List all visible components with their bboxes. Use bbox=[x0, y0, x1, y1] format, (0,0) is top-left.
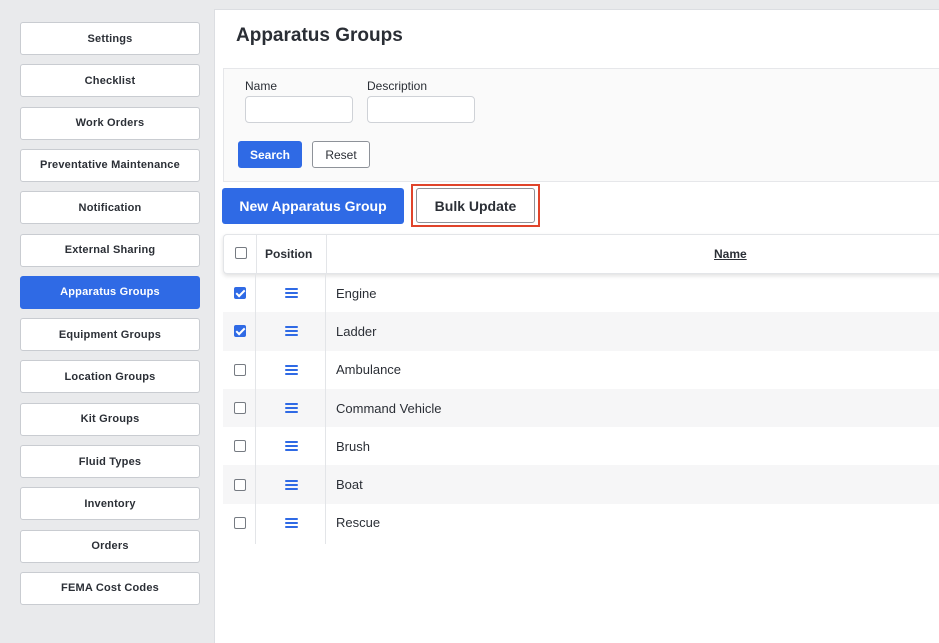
sidebar-item-location-groups[interactable]: Location Groups bbox=[20, 360, 200, 394]
row-checkbox[interactable] bbox=[234, 363, 246, 376]
table-row[interactable]: Boat bbox=[223, 465, 939, 504]
row-name: Ambulance bbox=[336, 362, 402, 378]
sidebar-item-fema-cost-codes[interactable]: FEMA Cost Codes bbox=[20, 571, 200, 605]
sidebar-item-equipment-groups[interactable]: Equipment Groups bbox=[20, 318, 200, 352]
sidebar-item-inventory[interactable]: Inventory bbox=[20, 487, 200, 521]
column-divider bbox=[325, 274, 326, 544]
row-checkbox[interactable] bbox=[234, 287, 246, 300]
sidebar-item-fluid-types[interactable]: Fluid Types bbox=[20, 445, 200, 478]
table-row[interactable]: Rescue bbox=[223, 504, 939, 542]
search-button[interactable]: Search bbox=[238, 141, 302, 168]
apparatus-groups-table: Position Name Engine Ladder Ambulance Comma… bbox=[223, 234, 939, 544]
row-name: Command Vehicle bbox=[336, 400, 442, 416]
row-name: Rescue bbox=[336, 515, 381, 531]
table-row[interactable]: Brush bbox=[223, 427, 939, 465]
drag-handle-icon[interactable] bbox=[285, 326, 298, 337]
drag-handle-icon[interactable] bbox=[285, 403, 298, 414]
name-filter-input[interactable] bbox=[245, 96, 353, 123]
table-row[interactable]: Ladder bbox=[223, 312, 939, 351]
sidebar-item-external-sharing[interactable]: External Sharing bbox=[20, 233, 200, 267]
name-filter-label: Name bbox=[245, 79, 278, 93]
page-title: Apparatus Groups bbox=[236, 25, 403, 46]
sidebar-item-checklist[interactable]: Checklist bbox=[20, 64, 200, 98]
sidebar-item-notification[interactable]: Notification bbox=[20, 191, 200, 225]
row-checkbox[interactable] bbox=[234, 325, 246, 338]
table-body: Engine Ladder Ambulance Command Vehicle Brus… bbox=[223, 274, 939, 544]
filter-panel: Name Description Search Reset bbox=[223, 68, 939, 182]
new-apparatus-group-button[interactable]: New Apparatus Group bbox=[222, 188, 404, 224]
column-divider bbox=[326, 235, 327, 273]
sidebar-item-work-orders[interactable]: Work Orders bbox=[20, 106, 200, 140]
name-column-header[interactable]: Name bbox=[714, 235, 747, 273]
sidebar-item-preventative-maintenance[interactable]: Preventative Maintenance bbox=[20, 148, 200, 182]
description-filter-input[interactable] bbox=[367, 96, 475, 123]
drag-handle-icon[interactable] bbox=[285, 441, 298, 452]
row-checkbox[interactable] bbox=[234, 402, 246, 415]
row-name: Ladder bbox=[336, 323, 377, 339]
sidebar: Settings Checklist Work Orders Preventative… bbox=[0, 0, 214, 643]
select-all-checkbox[interactable] bbox=[235, 247, 247, 259]
drag-handle-icon[interactable] bbox=[285, 517, 298, 528]
row-name: Engine bbox=[336, 285, 377, 301]
row-checkbox[interactable] bbox=[234, 516, 246, 529]
row-name: Brush bbox=[336, 438, 370, 454]
sidebar-item-orders[interactable]: Orders bbox=[20, 529, 200, 563]
drag-handle-icon[interactable] bbox=[285, 364, 298, 375]
sidebar-item-settings[interactable]: Settings bbox=[20, 22, 200, 55]
row-checkbox[interactable] bbox=[234, 478, 246, 491]
row-checkbox[interactable] bbox=[234, 440, 246, 453]
row-name: Boat bbox=[336, 477, 363, 493]
drag-handle-icon[interactable] bbox=[285, 288, 298, 299]
main-panel: Apparatus Groups Name Description Search… bbox=[214, 9, 939, 643]
table-row[interactable]: Ambulance bbox=[223, 351, 939, 389]
column-divider bbox=[256, 235, 257, 273]
sidebar-item-kit-groups[interactable]: Kit Groups bbox=[20, 402, 200, 436]
description-filter-label: Description bbox=[367, 79, 428, 93]
bulk-update-button[interactable]: Bulk Update bbox=[416, 188, 535, 223]
column-divider bbox=[255, 274, 256, 544]
table-header: Position Name bbox=[223, 234, 939, 274]
drag-handle-icon[interactable] bbox=[285, 479, 298, 490]
reset-button[interactable]: Reset bbox=[312, 141, 370, 168]
position-column-header[interactable]: Position bbox=[265, 235, 312, 273]
sidebar-item-apparatus-groups[interactable]: Apparatus Groups bbox=[20, 275, 200, 309]
table-row[interactable]: Command Vehicle bbox=[223, 388, 939, 428]
table-row[interactable]: Engine bbox=[223, 274, 939, 312]
